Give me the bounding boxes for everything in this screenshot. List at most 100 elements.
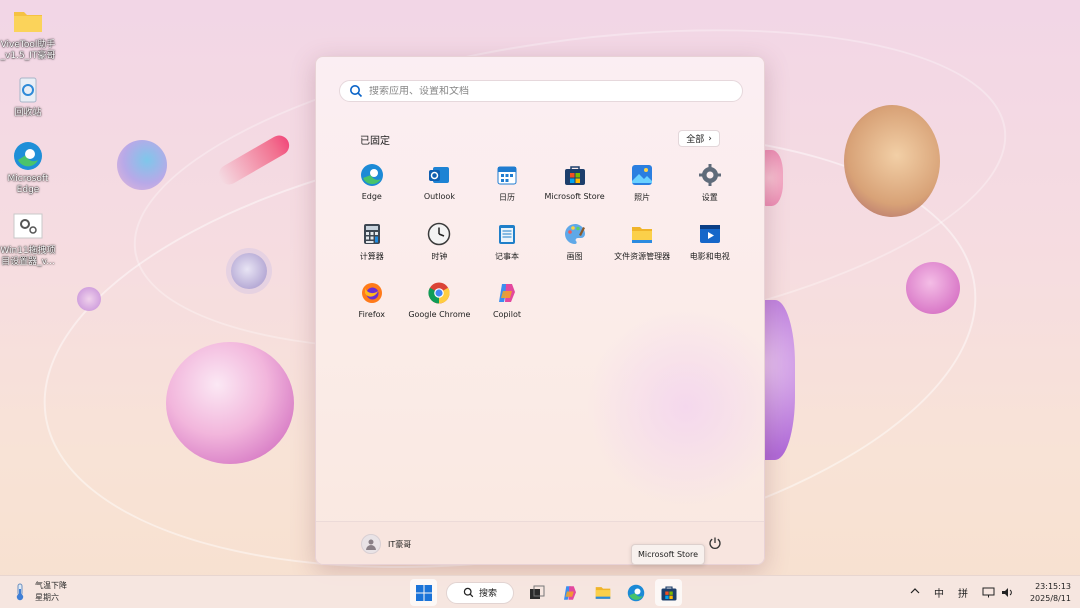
start-search-input[interactable]: [369, 85, 729, 97]
folder-icon: [632, 227, 653, 243]
notepad-icon: [498, 225, 515, 244]
taskbar-file-explorer[interactable]: [589, 579, 616, 606]
clock-time: 23:15:13: [1035, 582, 1071, 591]
movies-tv-icon: [699, 225, 720, 243]
store-icon: [661, 585, 676, 600]
chevron-up-icon[interactable]: [910, 587, 920, 598]
taskbar-copilot[interactable]: [556, 579, 583, 606]
task-view-button[interactable]: [523, 579, 550, 606]
avatar: [361, 534, 381, 554]
copilot-icon: [498, 284, 515, 302]
pinned-app-calculator[interactable]: 计算器: [338, 220, 406, 279]
recycle-bin-icon: [12, 74, 44, 106]
taskbar-edge[interactable]: [622, 579, 649, 606]
pinned-app-outlook[interactable]: Outlook: [406, 161, 474, 220]
taskbar-microsoft-store[interactable]: [655, 579, 682, 606]
edge-icon: [360, 164, 383, 186]
start-search-box[interactable]: [339, 80, 743, 102]
pinned-app-clock[interactable]: 时钟: [406, 220, 474, 279]
app-label: 电影和电视: [689, 252, 730, 261]
taskbar-search-button[interactable]: 搜索: [446, 581, 514, 604]
search-icon: [463, 587, 474, 598]
user-icon: [366, 539, 376, 550]
network-icon: [982, 587, 995, 598]
pinned-app-calendar[interactable]: 日历: [473, 161, 541, 220]
windows-logo-icon: [415, 584, 432, 601]
taskbar-apps: 搜索: [410, 579, 682, 606]
pinned-app-settings[interactable]: 设置: [676, 161, 744, 220]
weather-widget[interactable]: 气温下降 星期六: [13, 580, 67, 603]
clock-icon: [428, 222, 451, 246]
power-icon[interactable]: [708, 536, 722, 550]
outlook-icon: [429, 167, 450, 183]
volume-icon: [1002, 588, 1012, 597]
app-label: 画图: [566, 252, 583, 261]
photos-icon: [632, 165, 653, 185]
app-label: 时钟: [431, 252, 448, 261]
edge-icon: [12, 140, 44, 172]
wallpaper-planet: [231, 253, 267, 289]
weather-day: 星期六: [35, 593, 59, 602]
desktop-icon-recycle-bin[interactable]: 回收站: [0, 74, 56, 119]
user-name: IT豪哥: [388, 539, 412, 549]
wallpaper-planet: [166, 342, 294, 464]
pinned-app-paint[interactable]: 画图: [541, 220, 609, 279]
start-button[interactable]: [410, 579, 437, 606]
pinned-app-file-explorer[interactable]: 文件资源管理器: [608, 220, 676, 279]
desktop-icon-label: Win11拖拽项目设置器_v...: [0, 246, 56, 267]
desktop-icon-label: 回收站: [14, 108, 42, 118]
chrome-icon: [428, 282, 450, 304]
taskbar: 气温下降 星期六 搜索 中 拼 23:15:13 2025/8/11: [0, 575, 1080, 608]
desktop-icon-label: Microsoft Edge: [7, 174, 49, 195]
pinned-app-copilot[interactable]: Copilot: [473, 279, 541, 338]
start-menu: 已固定 全部 › Edge Outlook 日历 Microsoft Store…: [315, 56, 765, 565]
app-label: 记事本: [494, 252, 519, 261]
search-icon: [350, 85, 363, 98]
all-apps-button[interactable]: 全部 ›: [678, 130, 720, 147]
paint-icon: [564, 224, 585, 244]
system-tray: 中 拼: [910, 576, 1013, 608]
weather-status: 气温下降: [35, 581, 67, 590]
gear-icon: [698, 164, 721, 186]
copilot-icon: [563, 585, 576, 600]
pinned-app-photos[interactable]: 照片: [608, 161, 676, 220]
firefox-icon: [361, 283, 382, 303]
taskbar-search-label: 搜索: [478, 589, 497, 599]
wallpaper-planet: [906, 262, 960, 314]
wallpaper-planet: [844, 105, 940, 217]
pinned-app-firefox[interactable]: Firefox: [338, 279, 406, 338]
ime-language-indicator[interactable]: 中: [934, 585, 944, 600]
chevron-right-icon: ›: [708, 133, 712, 144]
settings-app-icon: [12, 212, 44, 244]
thermometer-icon: [16, 583, 24, 600]
edge-icon: [627, 584, 644, 601]
app-label: Microsoft Store: [544, 192, 605, 201]
app-label: Edge: [361, 192, 382, 201]
taskbar-clock[interactable]: 23:15:13 2025/8/11: [1027, 581, 1071, 605]
wallpaper-planet: [77, 287, 101, 311]
all-apps-label: 全部: [686, 135, 705, 145]
pinned-app-notepad[interactable]: 记事本: [473, 220, 541, 279]
app-label: Firefox: [358, 310, 386, 319]
app-label: 设置: [701, 193, 718, 202]
network-volume-group[interactable]: [982, 587, 1013, 598]
desktop-icon-vivetool[interactable]: ViveTool助手_v1.5_IT豪哥: [0, 6, 56, 62]
ime-mode-indicator[interactable]: 拼: [958, 585, 968, 600]
app-label: Outlook: [423, 192, 455, 201]
pinned-app-edge[interactable]: Edge: [338, 161, 406, 220]
folder-icon: [12, 6, 44, 38]
task-view-icon: [529, 585, 544, 599]
pinned-app-movies-tv[interactable]: 电影和电视: [676, 220, 744, 279]
pinned-section-title: 已固定: [360, 136, 390, 147]
desktop-icon-win11-tool[interactable]: Win11拖拽项目设置器_v...: [0, 212, 56, 268]
clock-date: 2025/8/11: [1029, 594, 1071, 603]
desktop-icon-edge[interactable]: Microsoft Edge: [0, 140, 56, 196]
calendar-icon: [497, 166, 517, 185]
pinned-app-google-chrome[interactable]: Google Chrome: [406, 279, 474, 338]
calculator-icon: [363, 224, 380, 244]
app-label: 文件资源管理器: [614, 252, 671, 261]
pinned-app-microsoft-store[interactable]: Microsoft Store: [541, 161, 609, 220]
app-label: 计算器: [359, 252, 384, 261]
app-label: Google Chrome: [408, 310, 471, 319]
user-account-button[interactable]: IT豪哥: [361, 534, 411, 554]
